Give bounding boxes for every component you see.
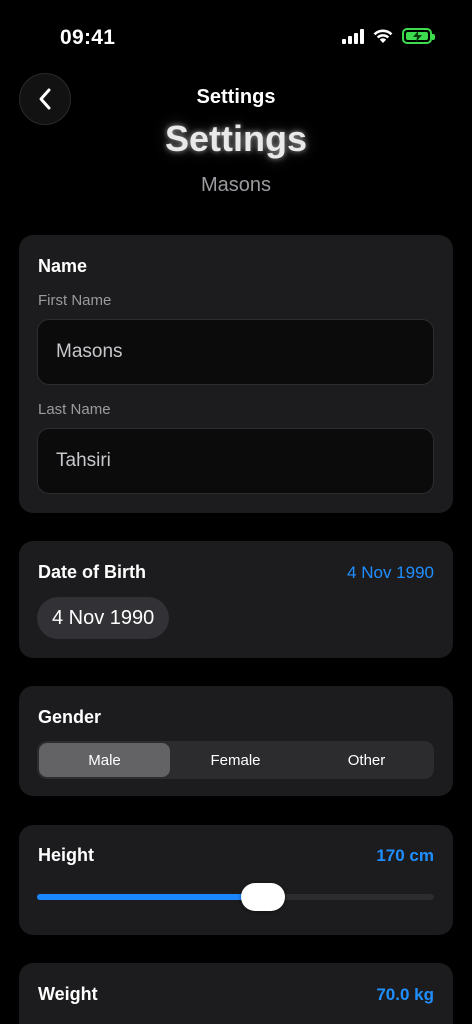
page-title: Settings <box>164 118 307 159</box>
date-of-birth-value: 4 Nov 1990 <box>347 563 434 582</box>
gender-option-male[interactable]: Male <box>39 743 170 777</box>
gender-segmented-control: Male Female Other <box>37 741 434 779</box>
status-time: 09:41 <box>60 26 116 49</box>
height-card: Height 170 cm <box>19 825 453 935</box>
wifi-icon <box>373 29 393 43</box>
gender-card: Gender Male Female Other <box>19 686 453 796</box>
height-slider-thumb[interactable] <box>241 883 286 911</box>
date-of-birth-card: Date of Birth 4 Nov 1990 4 Nov 1990 <box>19 541 453 658</box>
status-bar: 09:41 <box>0 0 472 70</box>
last-name-label: Last Name <box>38 401 111 418</box>
gender-option-female[interactable]: Female <box>170 743 301 777</box>
cellular-signal-icon <box>342 28 364 44</box>
first-name-field[interactable]: Masons <box>37 319 434 385</box>
gender-option-other[interactable]: Other <box>301 743 432 777</box>
height-title: Height <box>38 845 94 865</box>
battery-charging-icon <box>402 28 435 44</box>
height-value: 170 cm <box>376 846 434 865</box>
page-subtitle: Masons <box>200 174 272 196</box>
height-slider[interactable] <box>37 883 434 911</box>
weight-value: 70.0 kg <box>376 985 434 1004</box>
name-card: Name First Name Masons Last Name Tahsiri <box>19 235 453 513</box>
date-of-birth-title: Date of Birth <box>38 562 146 582</box>
settings-screen: 09:41 Settings Settings Masons Name Firs… <box>0 0 472 1024</box>
name-card-title: Name <box>38 256 88 276</box>
height-slider-fill <box>37 894 264 900</box>
gender-title: Gender <box>38 707 102 727</box>
weight-title: Weight <box>38 984 98 1004</box>
weight-card: Weight 70.0 kg <box>19 963 453 1024</box>
date-picker-button[interactable]: 4 Nov 1990 <box>37 597 170 639</box>
nav-title: Settings <box>196 86 276 108</box>
last-name-field[interactable]: Tahsiri <box>37 428 434 494</box>
first-name-label: First Name <box>38 292 112 309</box>
status-icons <box>342 28 435 44</box>
